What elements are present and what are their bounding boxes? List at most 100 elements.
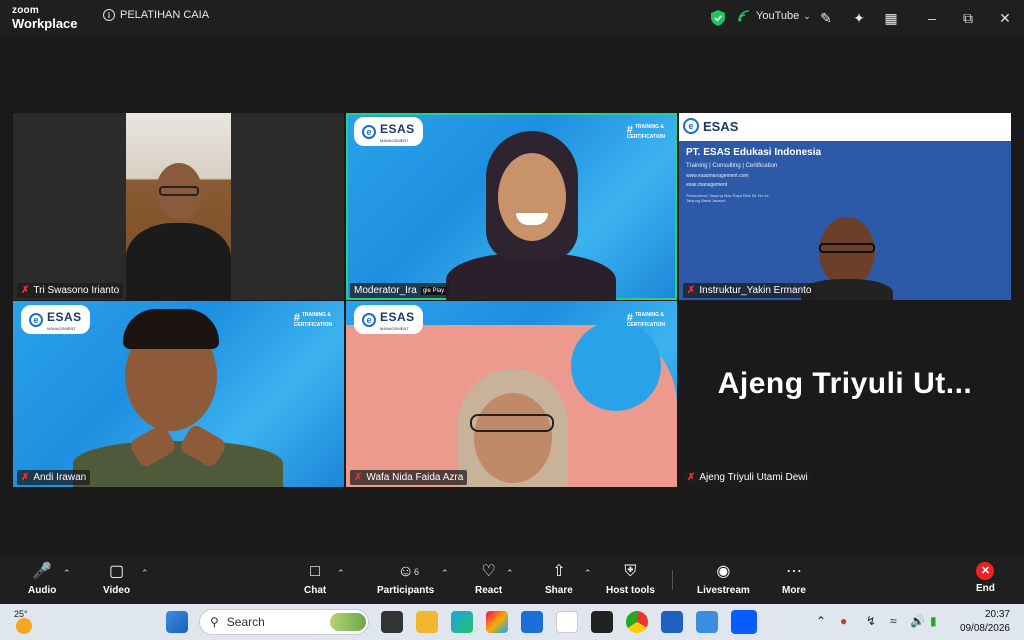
- glasses: [159, 186, 199, 196]
- task-view-icon[interactable]: [381, 611, 403, 633]
- company-services: Training | Consulting | Certification: [686, 163, 778, 169]
- livestream-button[interactable]: ◉ Livestream: [697, 562, 750, 596]
- esas-logo-sub: MANAGEMENT: [47, 326, 76, 331]
- photos-icon[interactable]: [696, 611, 718, 633]
- participant-name: Instruktur_Yakin Ermanto: [699, 285, 812, 296]
- annotate-pen-icon[interactable]: ✎: [818, 10, 834, 26]
- heart-icon: ♡: [481, 563, 496, 580]
- weather-sun-icon: [16, 618, 32, 634]
- glasses: [819, 243, 875, 253]
- muted-mic-icon: ✗: [687, 285, 696, 296]
- share-screen-icon: ⇧: [552, 563, 566, 580]
- system-clock[interactable]: 20:37 09/08/2026: [960, 608, 1010, 636]
- video-tile-2[interactable]: e ESAS MANAGEMENT # TRAINING & CERTIFICAT…: [346, 113, 677, 300]
- host-tools-button[interactable]: ⛨ Host tools: [606, 562, 655, 596]
- video-tile-5[interactable]: e ESAS MANAGEMENT # TRAINING & CERTIFICAT…: [346, 301, 677, 487]
- toolbar-divider: [672, 570, 673, 590]
- esas-logo-mark: e: [362, 312, 376, 327]
- react-label: React: [475, 585, 503, 596]
- audio-button[interactable]: 🎤 Audio: [28, 562, 56, 596]
- hair: [123, 309, 219, 349]
- more-label: More: [782, 585, 806, 596]
- esas-logo-mark: e: [29, 312, 43, 327]
- show-hidden-icons-icon[interactable]: ⌃: [816, 614, 826, 628]
- apps-grid-icon[interactable]: ▦: [883, 10, 899, 26]
- chat-button[interactable]: □ Chat: [304, 562, 326, 596]
- video-tile-6[interactable]: Ajeng Triyuli Ut... ✗ Ajeng Triyuli Utam…: [679, 301, 1011, 487]
- restore-button[interactable]: ⧉: [958, 8, 978, 28]
- esas-logo-mark: e: [362, 124, 376, 139]
- esas-logo-text: ESAS: [47, 310, 82, 324]
- end-meeting-button[interactable]: ✕ End: [976, 562, 995, 594]
- dropbox-icon[interactable]: [591, 611, 613, 633]
- amazon-icon[interactable]: [556, 611, 578, 633]
- battery-icon[interactable]: ▮: [930, 614, 937, 628]
- meeting-toolbar: 🎤 Audio ⌃ ▢ Video ⌃ □ Chat ⌃ ☺ Participa…: [0, 556, 1024, 604]
- react-button[interactable]: ♡ React: [475, 562, 502, 596]
- chat-options-caret-icon[interactable]: ⌃: [337, 568, 345, 579]
- muted-mic-icon: ✗: [687, 472, 696, 483]
- bluetooth-tray-icon[interactable]: ↯: [866, 614, 876, 628]
- participant-name-tag: ✗ Wafa Nida Faida Azra: [350, 470, 468, 485]
- participants-label: Participants: [377, 585, 435, 596]
- participant-name-tag: Moderator_Ira gle Play: [350, 283, 451, 298]
- word-icon[interactable]: [661, 611, 683, 633]
- video-button[interactable]: ▢ Video: [103, 562, 130, 596]
- chevron-down-icon: ⌄: [803, 10, 811, 21]
- chrome-icon[interactable]: [626, 611, 648, 633]
- participant-name: Tri Swasono Irianto: [33, 285, 120, 296]
- os-taskbar: 25° ⚲ Search ⌃ ● ↯ ≈ 🔊 ▮ 20:37 09/08/202…: [0, 604, 1024, 640]
- esas-logo: e ESAS MANAGEMENT: [354, 117, 423, 146]
- file-explorer-icon[interactable]: [416, 611, 438, 633]
- more-button[interactable]: ⋯ More: [782, 562, 806, 596]
- security-tray-icon[interactable]: ●: [840, 614, 847, 628]
- video-tile-4[interactable]: e ESAS MANAGEMENT # TRAINING & CERTIFICAT…: [13, 301, 344, 487]
- livestream-broadcast-icon: ◉: [716, 563, 731, 580]
- close-button[interactable]: ✕: [995, 8, 1015, 28]
- video-tile-1[interactable]: ✗ Tri Swasono Irianto: [13, 113, 344, 300]
- end-call-icon: ✕: [976, 562, 995, 580]
- participant-name: Moderator_Ira: [354, 285, 417, 296]
- video-options-caret-icon[interactable]: ⌃: [141, 568, 149, 579]
- video-camera-icon: ▢: [108, 563, 125, 580]
- participant-name: Wafa Nida Faida Azra: [366, 472, 464, 483]
- search-icon: ⚲: [210, 615, 219, 629]
- title-bar: zoom Workplace i PELATIHAN CAIA YouTube …: [0, 0, 1024, 36]
- livestream-status-button[interactable]: YouTube ⌄: [738, 10, 811, 22]
- esas-logo: e ESAS: [683, 118, 738, 134]
- share-options-caret-icon[interactable]: ⌃: [584, 568, 592, 579]
- security-shield-icon[interactable]: [711, 10, 725, 26]
- minimize-button[interactable]: –: [922, 8, 942, 28]
- taskbar-search[interactable]: ⚲ Search: [199, 609, 369, 635]
- logo-bottom-text: Workplace: [12, 16, 78, 31]
- company-header-strip: e ESAS: [679, 113, 1011, 141]
- muted-mic-icon: ✗: [21, 285, 30, 296]
- volume-icon[interactable]: 🔊: [910, 614, 925, 628]
- share-button[interactable]: ⇧ Share: [545, 562, 573, 596]
- video-label: Video: [103, 585, 131, 596]
- video-tile-3[interactable]: e ESAS PT. ESAS Edukasi Indonesia Traini…: [679, 113, 1011, 300]
- participant-display-name: Ajeng Triyuli Ut...: [717, 367, 973, 400]
- edge-browser-icon[interactable]: [451, 611, 473, 633]
- zoom-app-icon[interactable]: [731, 610, 757, 634]
- ai-sparkle-icon[interactable]: ✦: [851, 10, 867, 26]
- copilot-icon[interactable]: [486, 611, 508, 633]
- meeting-info-button[interactable]: i PELATIHAN CAIA: [103, 9, 209, 21]
- microsoft-store-icon[interactable]: [521, 611, 543, 633]
- participant-name: Ajeng Triyuli Utami Dewi: [699, 472, 808, 483]
- muted-mic-icon: ✗: [21, 472, 30, 483]
- participant-name-tag: ✗ Andi Irawan: [17, 470, 91, 485]
- company-title: PT. ESAS Edukasi Indonesia: [686, 147, 822, 158]
- zoom-logo: zoom Workplace: [12, 5, 78, 31]
- wifi-icon[interactable]: ≈: [890, 614, 897, 628]
- windows-start-icon[interactable]: [166, 611, 188, 633]
- logo-top-text: zoom: [12, 5, 39, 16]
- audio-options-caret-icon[interactable]: ⌃: [63, 568, 71, 579]
- more-dots-icon: ⋯: [785, 563, 802, 580]
- share-label: Share: [545, 585, 573, 596]
- participants-button[interactable]: ☺ Participants: [377, 562, 434, 596]
- react-options-caret-icon[interactable]: ⌃: [506, 568, 514, 579]
- shield-icon: ⛨: [624, 563, 637, 580]
- chat-label: Chat: [304, 585, 327, 596]
- participants-options-caret-icon[interactable]: ⌃: [441, 568, 449, 579]
